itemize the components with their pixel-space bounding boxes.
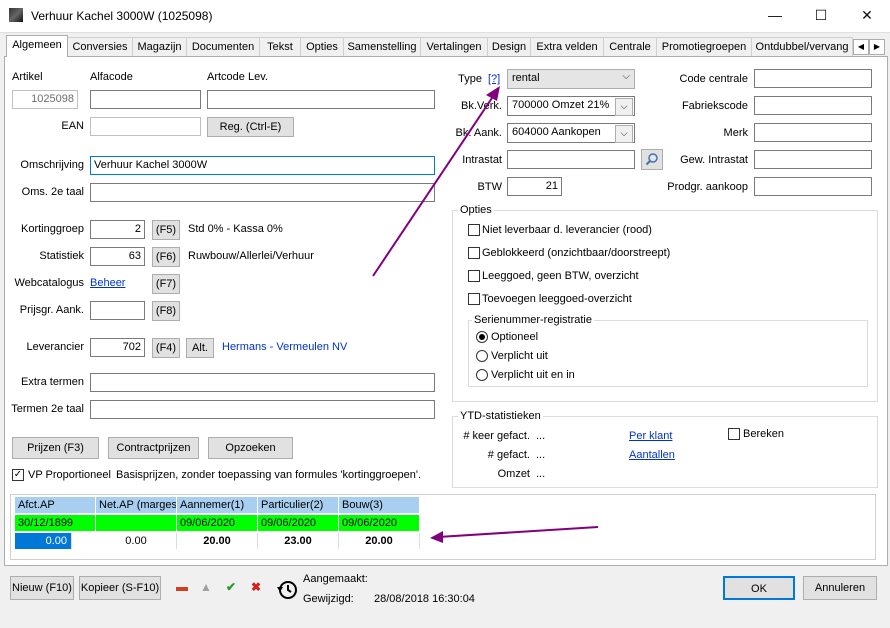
gewijzigd-label: Gewijzigd: — [303, 593, 354, 605]
minus-icon[interactable] — [176, 587, 188, 591]
ok-button[interactable]: OK — [723, 576, 795, 600]
annotation-arrowhead — [486, 86, 500, 101]
cancel-icon[interactable]: ✖ — [251, 580, 261, 594]
annotation-overlay — [372, 86, 599, 543]
gewijzigd-value: 28/08/2018 16:30:04 — [374, 593, 475, 605]
nieuw-button[interactable]: Nieuw (F10) — [10, 576, 74, 600]
kopieer-button[interactable]: Kopieer (S-F10) — [79, 576, 161, 600]
history-icon[interactable] — [276, 579, 298, 601]
annotation-arrow-line — [372, 91, 497, 277]
triangle-up-icon[interactable]: ▲ — [200, 580, 212, 594]
annotation-arrowhead — [430, 531, 443, 543]
annotation-arrow-line — [437, 526, 599, 538]
annuleren-button[interactable]: Annuleren — [803, 576, 877, 600]
check-icon[interactable]: ✔ — [226, 580, 236, 594]
tab-algemeen[interactable]: Algemeen — [6, 35, 68, 57]
aangemaakt-label: Aangemaakt: — [303, 573, 368, 585]
